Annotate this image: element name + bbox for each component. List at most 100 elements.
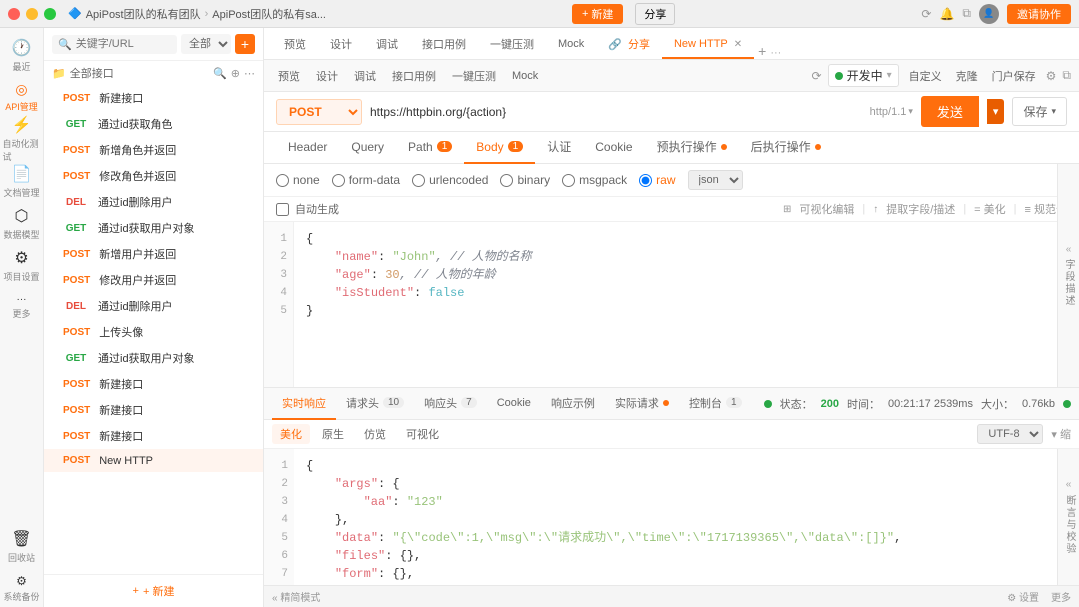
bottom-tab-response-example[interactable]: 响应示例 [541, 388, 605, 420]
toolbar-portal-save[interactable]: 门户保存 [988, 66, 1040, 86]
windows-icon[interactable]: ⧉ [962, 6, 971, 21]
sidebar-item-auto-test[interactable]: ⚡ 自动化测试 [3, 120, 41, 158]
extract-field-label[interactable]: 提取字段/描述 [886, 201, 955, 217]
param-tab-path[interactable]: Path 1 [396, 132, 464, 164]
toolbar-clone[interactable]: 克隆 [952, 66, 982, 86]
auto-gen-checkbox[interactable] [276, 203, 289, 216]
sidebar-item-recycle[interactable]: 🗑 回收站 [3, 527, 41, 565]
param-tab-query[interactable]: Query [339, 132, 396, 164]
option-msgpack[interactable]: msgpack [562, 173, 627, 187]
toolbar-tab-preview2[interactable]: 预览 [272, 64, 306, 88]
list-item[interactable]: POST 新建接口 [44, 85, 263, 111]
tab-design[interactable]: 设计 [318, 31, 364, 59]
param-tab-cookie[interactable]: Cookie [583, 132, 644, 164]
bottom-tab-request-headers[interactable]: 请求头 10 [336, 388, 414, 420]
fmt-tab-preview[interactable]: 仿览 [356, 424, 394, 444]
encoding-select[interactable]: UTF-8 [977, 424, 1043, 444]
list-item[interactable]: POST 新增用户并返回 [44, 241, 263, 267]
toolbar-tab-design2[interactable]: 设计 [310, 64, 344, 88]
sidebar-item-data-model[interactable]: ⬡ 数据模型 [3, 204, 41, 242]
settings-toolbar-icon[interactable]: ⚙ [1046, 69, 1057, 83]
tab-preview[interactable]: 预览 [272, 31, 318, 59]
send-dropdown-button[interactable]: ▾ [987, 99, 1005, 124]
fmt-tab-visual[interactable]: 可视化 [398, 424, 447, 444]
list-item[interactable]: POST 修改用户并返回 [44, 267, 263, 293]
bottom-tab-actual-request[interactable]: 实际请求 [605, 388, 679, 420]
toolbar-tab-interface[interactable]: 接口用例 [386, 64, 442, 88]
bottom-tab-response-headers[interactable]: 响应头 7 [414, 388, 487, 420]
option-urlencoded[interactable]: urlencoded [412, 173, 488, 187]
tab-mock[interactable]: Mock [546, 31, 596, 59]
sidebar-item-api-manage[interactable]: ◎ API管理 [3, 78, 41, 116]
fmt-tab-raw[interactable]: 原生 [314, 424, 352, 444]
tab-more[interactable]: ··· [770, 47, 781, 59]
search-input[interactable] [76, 38, 156, 50]
url-input[interactable] [370, 105, 862, 119]
sync-icon[interactable]: ⟳ [921, 7, 931, 21]
list-item[interactable]: DEL 通过id删除用户 [44, 189, 263, 215]
list-item[interactable]: GET 通过id获取角色 [44, 111, 263, 137]
method-select[interactable]: POST GET PUT DELETE [276, 99, 362, 125]
param-tab-body[interactable]: Body 1 [464, 132, 535, 164]
toolbar-tab-mock2[interactable]: Mock [506, 66, 544, 86]
add-api-button[interactable]: + [235, 34, 255, 54]
search-list-icon[interactable]: 🔍 [213, 67, 227, 80]
list-item[interactable]: POST 新建接口 [44, 423, 263, 449]
bottom-tab-realtime[interactable]: 实时响应 [272, 388, 336, 420]
encoding-dropdown[interactable]: ▾ 缩 [1051, 426, 1071, 442]
toolbar-customize[interactable]: 自定义 [905, 66, 946, 86]
sidebar-item-doc-manage[interactable]: 📄 文档管理 [3, 162, 41, 200]
avatar[interactable]: 👤 [979, 4, 999, 24]
sidebar-item-recent[interactable]: 🕐 最近 [3, 36, 41, 74]
param-tab-header[interactable]: Header [276, 132, 339, 164]
save-button[interactable]: 保存 ▾ [1012, 97, 1067, 126]
list-item[interactable]: POST 新建接口 [44, 371, 263, 397]
tab-share[interactable]: 🔗 分享 [596, 31, 662, 59]
share-button[interactable]: 分享 [635, 3, 675, 25]
fullscreen-button[interactable] [44, 8, 56, 20]
close-button[interactable] [8, 8, 20, 20]
option-none[interactable]: none [276, 173, 320, 187]
toolbar-tab-debug2[interactable]: 调试 [348, 64, 382, 88]
new-button[interactable]: + 新建 [572, 4, 623, 24]
assertion-panel[interactable]: « 断言与校验 [1057, 449, 1079, 585]
option-raw[interactable]: raw [639, 173, 675, 187]
settings-list-icon[interactable]: ⊕ [231, 67, 240, 80]
sidebar-item-system[interactable]: ⚙ 系统备份 [3, 569, 41, 607]
collapse-mode-label[interactable]: « 精简模式 [272, 589, 320, 604]
list-item[interactable]: GET 通过id获取用户对象 [44, 215, 263, 241]
option-form-data[interactable]: form-data [332, 173, 400, 187]
param-tab-auth[interactable]: 认证 [535, 132, 583, 164]
tab-debug[interactable]: 调试 [364, 31, 410, 59]
add-tab-button[interactable]: + [758, 43, 766, 59]
tab-close-icon[interactable]: ✕ [734, 39, 742, 50]
notifications-icon[interactable]: 🔔 [939, 7, 954, 21]
list-item[interactable]: POST 新增角色并返回 [44, 137, 263, 163]
code-content[interactable]: { "name": "John", // 人物的名称 "age": 30, //… [294, 222, 1079, 387]
send-button[interactable]: 发送 [921, 96, 979, 127]
expand-icon[interactable]: ⧉ [1062, 68, 1071, 83]
more-bottom-label[interactable]: 更多 [1051, 589, 1071, 604]
tab-new-http[interactable]: New HTTP ✕ [662, 31, 754, 59]
list-item[interactable]: POST 上传头像 [44, 319, 263, 345]
settings-bottom-icon[interactable]: ⚙ 设置 [1007, 589, 1039, 604]
beautify-label[interactable]: = 美化 [974, 201, 1005, 217]
list-item[interactable]: POST 修改角色并返回 [44, 163, 263, 189]
field-desc-panel[interactable]: « 字段描述 [1057, 164, 1079, 387]
add-api-footer[interactable]: + + 新建 [44, 574, 263, 607]
param-tab-pre-exec[interactable]: 预执行操作 [645, 132, 739, 164]
env-select[interactable]: 开发中 ▾ [828, 64, 899, 87]
list-item[interactable]: GET 通过id获取用户对象 [44, 345, 263, 371]
sync-toolbar-icon[interactable]: ⟳ [812, 69, 822, 83]
filter-select[interactable]: 全部 [181, 34, 231, 54]
option-binary[interactable]: binary [500, 173, 550, 187]
list-item[interactable]: DEL 通过id删除用户 [44, 293, 263, 319]
param-tab-post-exec[interactable]: 后执行操作 [739, 132, 833, 164]
sidebar-item-project-settings[interactable]: ⚙ 项目设置 [3, 246, 41, 284]
json-format-select[interactable]: json xml text [688, 170, 743, 190]
sidebar-item-more[interactable]: ··· 更多 [3, 288, 41, 326]
visual-edit-label[interactable]: 可视化编辑 [799, 201, 854, 217]
tab-stress-test[interactable]: 一键压测 [478, 31, 546, 59]
tab-interface-cases[interactable]: 接口用例 [410, 31, 478, 59]
fmt-tab-beautify[interactable]: 美化 [272, 424, 310, 444]
